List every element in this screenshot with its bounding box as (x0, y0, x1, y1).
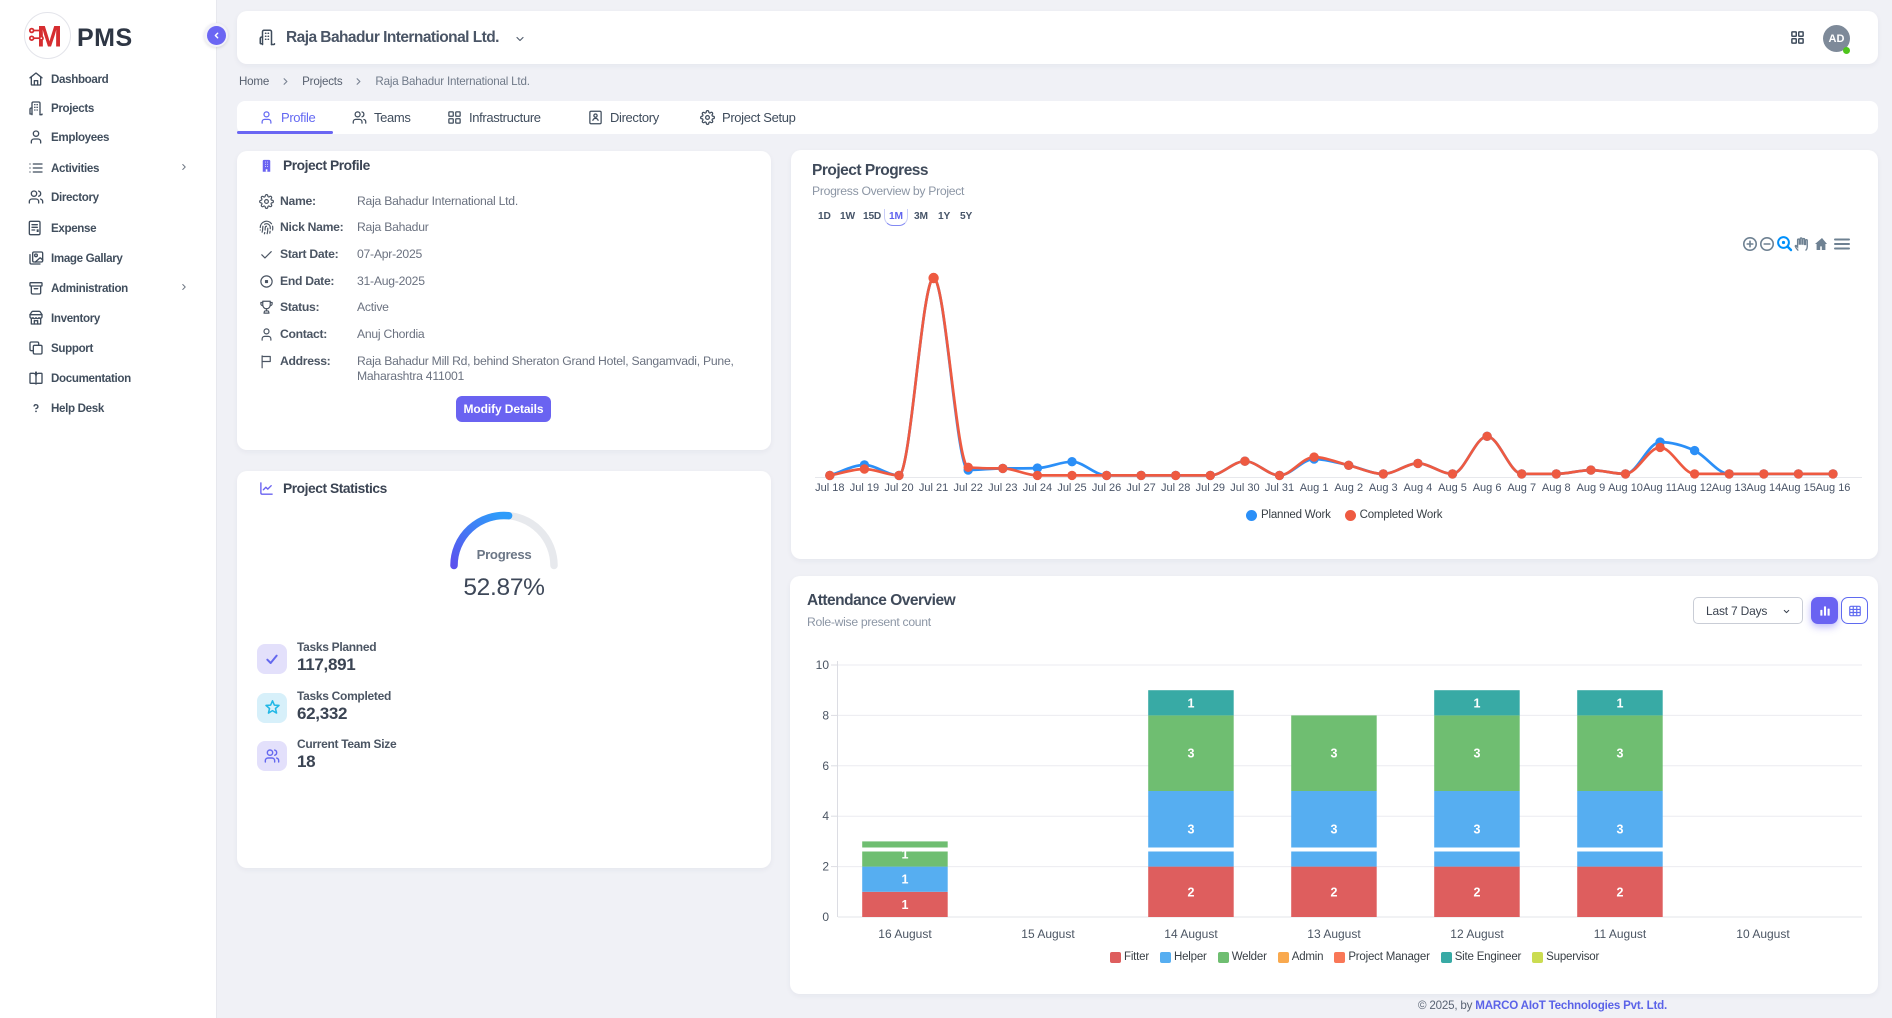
svg-text:Jul 23: Jul 23 (988, 482, 1017, 494)
svg-text:Aug 5: Aug 5 (1438, 482, 1467, 494)
svg-text:10 August: 10 August (1736, 927, 1790, 941)
svg-text:Jul 26: Jul 26 (1092, 482, 1121, 494)
svg-text:Jul 20: Jul 20 (884, 482, 913, 494)
svg-text:Aug 8: Aug 8 (1542, 482, 1571, 494)
svg-text:Aug 2: Aug 2 (1334, 482, 1363, 494)
svg-text:Jul 31: Jul 31 (1265, 482, 1294, 494)
svg-text:Jul 18: Jul 18 (815, 482, 844, 494)
svg-text:Jul 25: Jul 25 (1057, 482, 1086, 494)
svg-text:1: 1 (902, 873, 909, 887)
svg-text:Jul 27: Jul 27 (1126, 482, 1155, 494)
svg-text:15 August: 15 August (1021, 927, 1075, 941)
svg-text:2: 2 (1331, 885, 1338, 899)
svg-text:Aug 3: Aug 3 (1369, 482, 1398, 494)
svg-text:1: 1 (1188, 696, 1195, 710)
svg-text:Aug 4: Aug 4 (1404, 482, 1433, 494)
svg-text:Aug 12: Aug 12 (1677, 482, 1712, 494)
svg-text:3: 3 (1474, 822, 1481, 836)
svg-text:1: 1 (1617, 696, 1624, 710)
svg-text:Aug 10: Aug 10 (1608, 482, 1643, 494)
svg-text:Jul 21: Jul 21 (919, 482, 948, 494)
svg-text:10: 10 (816, 658, 830, 672)
svg-text:12 August: 12 August (1450, 927, 1504, 941)
svg-text:3: 3 (1617, 822, 1624, 836)
svg-text:6: 6 (822, 759, 829, 773)
svg-text:Jul 29: Jul 29 (1196, 482, 1225, 494)
svg-text:16 August: 16 August (878, 927, 932, 941)
svg-text:2: 2 (1474, 885, 1481, 899)
svg-text:11 August: 11 August (1594, 927, 1647, 941)
svg-text:Aug 6: Aug 6 (1473, 482, 1502, 494)
svg-text:2: 2 (1188, 885, 1195, 899)
svg-text:Aug 14: Aug 14 (1746, 482, 1781, 494)
svg-text:2: 2 (1617, 885, 1624, 899)
svg-text:2: 2 (822, 860, 829, 874)
svg-text:4: 4 (822, 809, 829, 823)
svg-text:3: 3 (1331, 822, 1338, 836)
svg-text:Jul 24: Jul 24 (1023, 482, 1052, 494)
svg-text:3: 3 (1617, 747, 1624, 761)
svg-text:Aug 13: Aug 13 (1712, 482, 1747, 494)
svg-text:Aug 1: Aug 1 (1300, 482, 1329, 494)
svg-text:Jul 22: Jul 22 (954, 482, 983, 494)
svg-text:Aug 15: Aug 15 (1781, 482, 1816, 494)
svg-text:3: 3 (1188, 747, 1195, 761)
svg-text:Aug 9: Aug 9 (1577, 482, 1606, 494)
svg-text:Aug 11: Aug 11 (1643, 482, 1677, 494)
svg-text:Jul 28: Jul 28 (1161, 482, 1190, 494)
svg-text:Jul 19: Jul 19 (850, 482, 879, 494)
svg-text:13 August: 13 August (1307, 927, 1361, 941)
svg-text:3: 3 (1331, 747, 1338, 761)
svg-text:14 August: 14 August (1164, 927, 1218, 941)
svg-text:1: 1 (902, 898, 909, 912)
svg-text:3: 3 (1188, 822, 1195, 836)
svg-text:1: 1 (1474, 696, 1481, 710)
svg-text:Jul 30: Jul 30 (1230, 482, 1259, 494)
svg-text:3: 3 (1474, 747, 1481, 761)
svg-text:Aug 16: Aug 16 (1816, 482, 1851, 494)
svg-text:Aug 7: Aug 7 (1507, 482, 1536, 494)
svg-text:0: 0 (822, 910, 829, 924)
svg-text:8: 8 (822, 708, 829, 722)
